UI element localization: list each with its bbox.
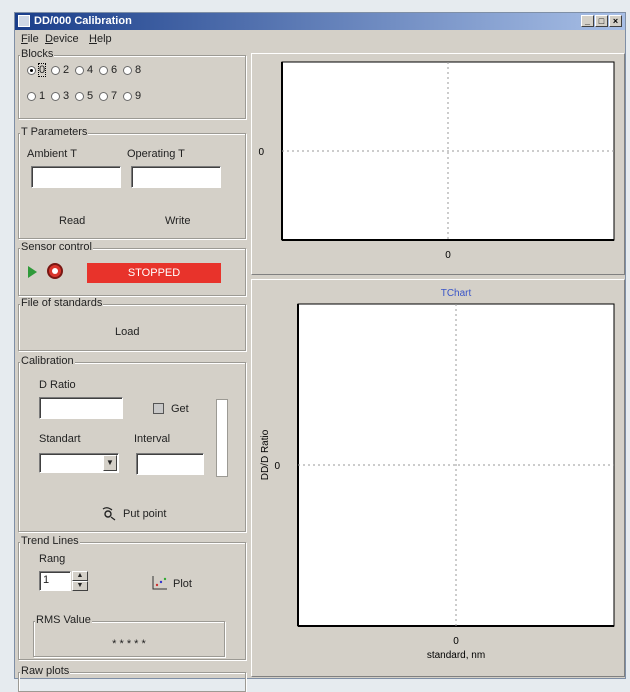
sensor-control-label: Sensor control xyxy=(20,241,93,253)
menu-bar: File Device Help xyxy=(15,31,625,47)
block-radio-7[interactable] xyxy=(99,92,108,101)
menu-file[interactable]: File xyxy=(21,33,39,45)
bottom-chart-panel: 0 0 TChart standard, nm DD/D Ratio xyxy=(251,279,625,677)
block-label-7: 7 xyxy=(111,90,118,102)
file-of-standards-label: File of standards xyxy=(20,297,104,309)
block-label-2: 2 xyxy=(63,64,70,76)
sensor-control-group: Sensor control STOPPED xyxy=(18,241,246,296)
t-parameters-group: T Parameters Ambient T Operating T Read … xyxy=(18,126,246,239)
x-tick-label: 0 xyxy=(445,250,451,261)
menu-help[interactable]: Help xyxy=(89,33,112,45)
blocks-group: Blocks 0 2 4 6 8 1 3 5 7 9 xyxy=(18,48,246,119)
minimize-button[interactable]: _ xyxy=(581,15,594,27)
rang-value: 1 xyxy=(43,574,50,586)
y-tick-label: 0 xyxy=(258,147,264,158)
chart-y-axis-label: DD/D Ratio xyxy=(260,429,271,480)
raw-plots-label: Raw plots xyxy=(20,665,71,677)
block-radio-8[interactable] xyxy=(123,66,132,75)
sensor-status-indicator: STOPPED xyxy=(87,263,221,283)
block-radio-3[interactable] xyxy=(51,92,60,101)
app-window: DD/000 Calibration _ □ × File Device Hel… xyxy=(14,12,626,692)
block-radio-2[interactable] xyxy=(51,66,60,75)
interval-label: Interval xyxy=(134,433,171,445)
block-radio-1[interactable] xyxy=(27,92,36,101)
trend-lines-label: Trend Lines xyxy=(20,535,80,547)
ambient-t-label: Ambient T xyxy=(27,148,77,160)
chart-title: TChart xyxy=(441,288,472,299)
d-ratio-label: D Ratio xyxy=(39,379,76,391)
interval-field[interactable] xyxy=(136,453,204,475)
read-button[interactable]: Read xyxy=(59,215,85,227)
chart-x-axis-label: standard, nm xyxy=(427,650,485,661)
menu-device[interactable]: Device xyxy=(45,33,79,45)
rms-value-group: RMS Value * * * * * xyxy=(33,614,225,657)
stop-icon[interactable] xyxy=(47,263,63,279)
file-of-standards-group: File of standards Load xyxy=(18,297,246,351)
rms-value-label: RMS Value xyxy=(35,614,92,626)
calibration-progress-bar xyxy=(216,399,228,477)
x-tick-label: 0 xyxy=(453,636,459,647)
put-point-icon xyxy=(102,507,116,521)
top-chart: 00 xyxy=(258,61,615,261)
trend-lines-group: Trend Lines Rang 1 ▲ ▼ Plot RMS Value * … xyxy=(18,535,246,660)
rang-spinner-field[interactable]: 1 xyxy=(39,571,71,591)
close-button[interactable]: × xyxy=(609,15,622,27)
calibration-label: Calibration xyxy=(20,355,75,367)
sensor-status-text: STOPPED xyxy=(127,267,181,279)
spinner-down-icon[interactable]: ▼ xyxy=(72,581,88,591)
plot-button[interactable]: Plot xyxy=(173,578,192,590)
block-label-6: 6 xyxy=(111,64,118,76)
block-radio-9[interactable] xyxy=(123,92,132,101)
get-button[interactable]: Get xyxy=(171,403,189,415)
write-button[interactable]: Write xyxy=(165,215,190,227)
standard-label: Standart xyxy=(39,433,81,445)
rang-label: Rang xyxy=(39,553,66,565)
operating-t-label: Operating T xyxy=(127,148,185,160)
play-icon[interactable] xyxy=(28,266,38,278)
t-parameters-label: T Parameters xyxy=(20,126,89,138)
maximize-button[interactable]: □ xyxy=(595,15,608,27)
d-ratio-field[interactable] xyxy=(39,397,123,419)
block-radio-5[interactable] xyxy=(75,92,84,101)
block-radio-4[interactable] xyxy=(75,66,84,75)
put-point-button[interactable]: Put point xyxy=(123,508,166,520)
title-bar[interactable]: DD/000 Calibration _ □ × xyxy=(15,13,625,30)
raw-plots-group: Raw plots xyxy=(18,665,246,692)
window-title: DD/000 Calibration xyxy=(34,15,132,27)
block-radio-6[interactable] xyxy=(99,66,108,75)
app-icon xyxy=(18,15,30,27)
ambient-t-field[interactable] xyxy=(31,166,121,188)
block-label-8: 8 xyxy=(135,64,142,76)
get-icon xyxy=(153,403,164,414)
chevron-down-icon[interactable]: ▼ xyxy=(103,455,117,471)
y-tick-label: 0 xyxy=(274,461,280,472)
calibration-group: Calibration D Ratio Get Standart Interva… xyxy=(18,355,246,532)
blocks-label: Blocks xyxy=(20,48,55,60)
block-label-1: 1 xyxy=(39,90,46,102)
spinner-up-icon[interactable]: ▲ xyxy=(72,571,88,581)
plot-icon xyxy=(152,576,167,590)
rms-value: * * * * * xyxy=(112,638,146,650)
standard-dropdown[interactable]: ▼ xyxy=(39,453,119,473)
load-button[interactable]: Load xyxy=(115,326,139,338)
block-label-0: 0 xyxy=(37,63,47,77)
block-label-3: 3 xyxy=(63,90,70,102)
block-label-4: 4 xyxy=(87,64,94,76)
block-radio-0[interactable] xyxy=(27,66,36,75)
block-label-5: 5 xyxy=(87,90,94,102)
operating-t-field[interactable] xyxy=(131,166,221,188)
block-label-9: 9 xyxy=(135,90,142,102)
top-chart-panel: 00 xyxy=(251,53,625,275)
bottom-chart: 0 0 TChart standard, nm DD/D Ratio xyxy=(260,288,615,661)
